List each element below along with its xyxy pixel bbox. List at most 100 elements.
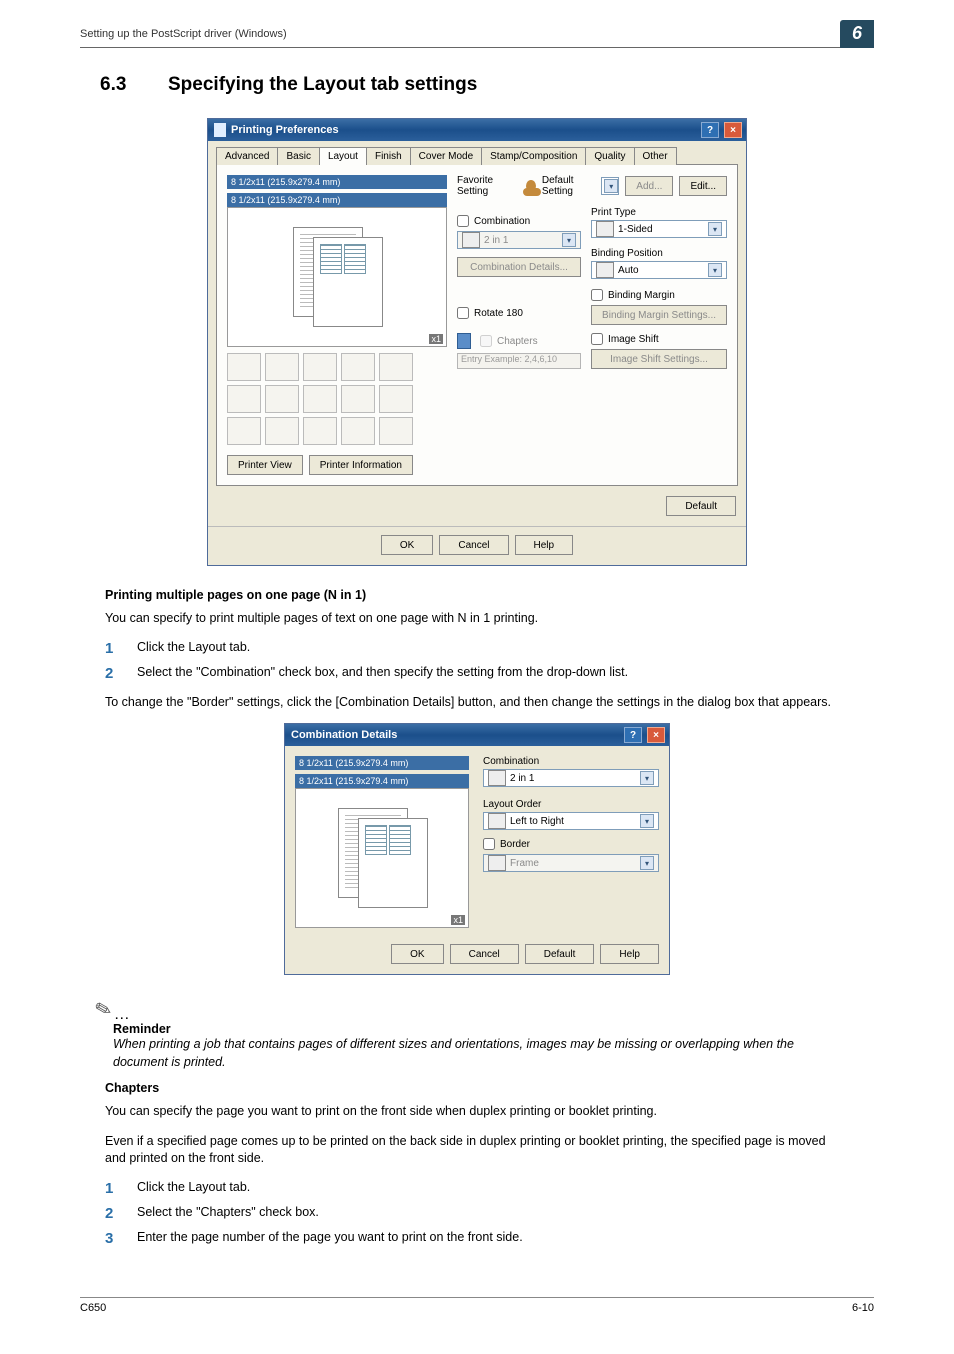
footer-right: 6-10 — [852, 1302, 874, 1314]
step-number: 1 — [105, 640, 119, 657]
user-icon — [526, 180, 536, 192]
header-path: Setting up the PostScript driver (Window… — [80, 28, 840, 40]
note-title: Reminder — [113, 1022, 849, 1036]
border-select[interactable]: Frame ▾ — [483, 854, 659, 872]
cancel-button[interactable]: Cancel — [450, 944, 519, 964]
paper-size-1: 8 1/2x11 (215.9x279.4 mm) — [295, 756, 469, 770]
chapter-badge: 6 — [840, 20, 874, 48]
option-icon[interactable] — [227, 385, 261, 413]
printer-view-button[interactable]: Printer View — [227, 455, 303, 475]
option-icon[interactable] — [265, 353, 299, 381]
print-type-value: 1-Sided — [618, 224, 652, 235]
option-icon[interactable] — [379, 417, 413, 445]
combination-details-button[interactable]: Combination Details... — [457, 257, 581, 277]
reminder-note: ✎… Reminder When printing a job that con… — [95, 997, 849, 1071]
default-button[interactable]: Default — [525, 944, 595, 964]
print-type-select[interactable]: 1-Sided ▾ — [591, 220, 727, 238]
combination-label: Combination — [474, 216, 530, 227]
tab-cover-mode[interactable]: Cover Mode — [410, 147, 482, 165]
default-button[interactable]: Default — [666, 496, 736, 516]
border-checkbox[interactable] — [483, 838, 495, 850]
step-text: Select the "Chapters" check box. — [137, 1205, 319, 1222]
combination-select[interactable]: 2 in 1 ▾ — [457, 231, 581, 249]
option-icon[interactable] — [303, 417, 337, 445]
step-text: Enter the page number of the page you wa… — [137, 1230, 523, 1247]
option-icon[interactable] — [227, 353, 261, 381]
binding-position-select[interactable]: Auto ▾ — [591, 261, 727, 279]
section-title: Specifying the Layout tab settings — [168, 74, 477, 96]
chapters-p2: Even if a specified page comes up to be … — [105, 1133, 849, 1168]
option-icon[interactable] — [341, 385, 375, 413]
two-in-one-icon — [488, 770, 506, 786]
help-button[interactable]: Help — [515, 535, 574, 555]
titlebar-help-button[interactable]: ? — [624, 727, 642, 743]
layout-preview: x1 — [295, 788, 469, 928]
image-shift-checkbox[interactable] — [591, 333, 603, 345]
intro-paragraph: You can specify to print multiple pages … — [105, 610, 849, 628]
tab-finish[interactable]: Finish — [366, 147, 411, 165]
layout-order-value: Left to Right — [510, 816, 564, 827]
paper-size-2: 8 1/2x11 (215.9x279.4 mm) — [227, 193, 447, 207]
paper-size-1: 8 1/2x11 (215.9x279.4 mm) — [227, 175, 447, 189]
combination-checkbox[interactable] — [457, 215, 469, 227]
layout-order-label: Layout Order — [483, 799, 659, 810]
option-icon[interactable] — [341, 417, 375, 445]
ok-button[interactable]: OK — [391, 944, 443, 964]
chapters-checkbox[interactable] — [480, 335, 492, 347]
titlebar-close-button[interactable]: × — [724, 122, 742, 138]
edit-button[interactable]: Edit... — [679, 176, 727, 196]
note-body: When printing a job that contains pages … — [113, 1036, 849, 1071]
chapters-label: Chapters — [497, 336, 538, 347]
zoom-indicator: x1 — [429, 334, 443, 344]
step-text: Click the Layout tab. — [137, 1180, 250, 1197]
combination-select[interactable]: 2 in 1 ▾ — [483, 769, 659, 787]
option-icon[interactable] — [265, 417, 299, 445]
left-to-right-icon — [488, 813, 506, 829]
favorite-setting-select[interactable]: ▾ — [601, 177, 619, 195]
binding-position-value: Auto — [618, 265, 639, 276]
border-label: Border — [500, 839, 530, 850]
cancel-button[interactable]: Cancel — [439, 535, 508, 555]
option-icon[interactable] — [303, 353, 337, 381]
step-number: 2 — [105, 1205, 119, 1222]
add-button[interactable]: Add... — [625, 176, 673, 196]
layout-order-select[interactable]: Left to Right ▾ — [483, 812, 659, 830]
binding-position-label: Binding Position — [591, 248, 727, 259]
tab-layout[interactable]: Layout — [319, 147, 367, 165]
tab-stamp-composition[interactable]: Stamp/Composition — [481, 147, 586, 165]
option-icon[interactable] — [265, 385, 299, 413]
tab-quality[interactable]: Quality — [585, 147, 634, 165]
frame-icon — [488, 855, 506, 871]
printer-information-button[interactable]: Printer Information — [309, 455, 413, 475]
tab-basic[interactable]: Basic — [277, 147, 319, 165]
tab-advanced[interactable]: Advanced — [216, 147, 278, 165]
titlebar-close-button[interactable]: × — [647, 727, 665, 743]
help-button[interactable]: Help — [600, 944, 659, 964]
option-icon[interactable] — [303, 385, 337, 413]
step-text: Select the "Combination" check box, and … — [137, 665, 628, 682]
border-value: Frame — [510, 858, 539, 869]
option-icon[interactable] — [379, 385, 413, 413]
after-steps-paragraph: To change the "Border" settings, click t… — [105, 694, 849, 712]
option-icon[interactable] — [341, 353, 375, 381]
section-heading: 6.3 Specifying the Layout tab settings — [100, 74, 849, 96]
option-icon[interactable] — [227, 417, 261, 445]
printing-preferences-window: Printing Preferences ? × Advanced Basic … — [207, 118, 747, 566]
binding-margin-checkbox[interactable] — [591, 289, 603, 301]
window-title: Combination Details — [291, 729, 619, 741]
rotate-180-checkbox[interactable] — [457, 307, 469, 319]
option-icon[interactable] — [379, 353, 413, 381]
footer-left: C650 — [80, 1302, 106, 1314]
printer-icon — [214, 123, 226, 137]
pencil-icon: ✎ — [92, 995, 115, 1023]
tab-other[interactable]: Other — [634, 147, 677, 165]
ok-button[interactable]: OK — [381, 535, 433, 555]
zoom-indicator: x1 — [451, 915, 465, 925]
titlebar-help-button[interactable]: ? — [701, 122, 719, 138]
one-sided-icon — [596, 221, 614, 237]
step-text: Click the Layout tab. — [137, 640, 250, 657]
two-in-one-icon — [462, 232, 480, 248]
favorite-setting-value: Default Setting — [542, 175, 595, 197]
image-shift-settings-button[interactable]: Image Shift Settings... — [591, 349, 727, 369]
binding-margin-settings-button[interactable]: Binding Margin Settings... — [591, 305, 727, 325]
